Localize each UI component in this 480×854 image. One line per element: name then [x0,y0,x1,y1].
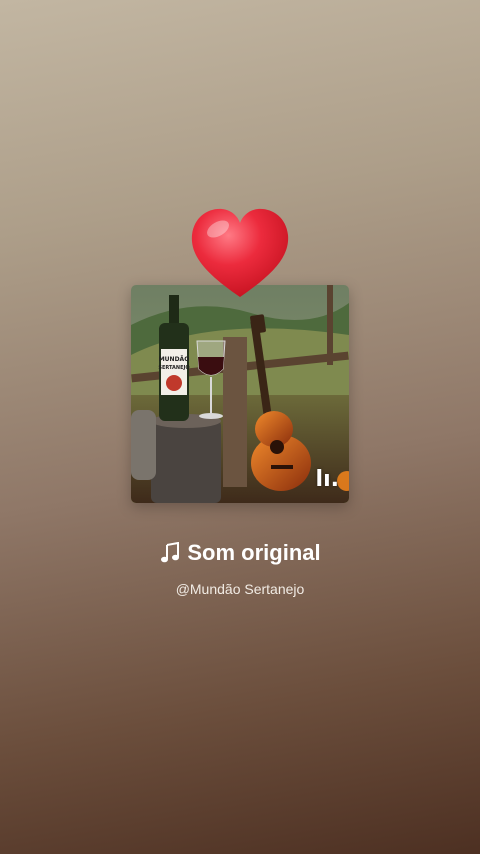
music-note-icon [159,541,181,564]
audio-title-row[interactable]: Som original [0,540,480,566]
audio-cover-image[interactable]: MUNDÃO SERTANEJO lı. [131,285,349,503]
audio-title: Som original [187,540,321,565]
heart-icon [188,205,292,301]
bottle-label-line1: MUNDÃO [159,356,190,363]
audio-author[interactable]: @Mundão Sertanejo [0,581,480,597]
audio-badge: lı. [315,467,339,492]
bottle-label-line2: SERTANEJO [158,365,189,371]
